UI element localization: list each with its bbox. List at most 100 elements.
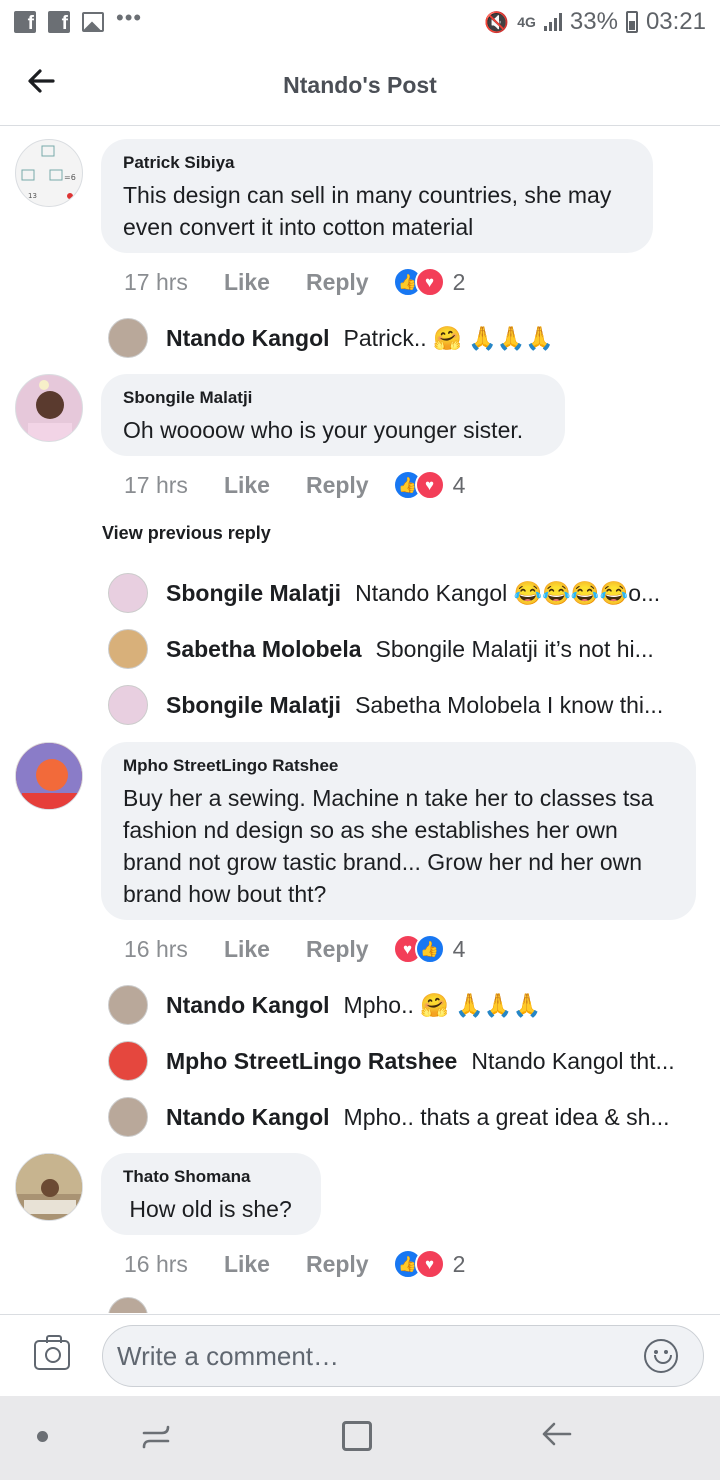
like-button[interactable]: Like [224, 936, 270, 963]
love-reaction-icon: ♥ [414, 470, 445, 500]
more-dots-icon: ••• [116, 5, 143, 30]
comment-actions: 16 hrs Like Reply 👍 ♥ 2 [124, 1249, 465, 1279]
reaction-count: 4 [452, 935, 466, 962]
mute-icon: 🔇 [484, 11, 510, 34]
comment-actions: 17 hrs Like Reply 👍 ♥ 4 [124, 470, 465, 500]
reactions-summary[interactable]: 👍 ♥ 2 [392, 1249, 466, 1279]
reply-author[interactable]: Sbongile Malatji [166, 580, 341, 607]
reply-text: Patrick.. 🤗 🙏🙏🙏 [343, 324, 554, 351]
app-root: f f ••• 🔇 4G 33% 03:21 Ntando's Post =6 … [0, 0, 720, 1480]
status-notifications: f f ••• [14, 5, 142, 33]
nav-dot-icon[interactable] [37, 1431, 48, 1442]
like-button[interactable]: Like [224, 269, 270, 296]
facebook-icon: f [14, 11, 36, 33]
comment-author[interactable]: Sbongile Malatji [123, 388, 543, 408]
comment-author[interactable]: Thato Shomana [123, 1167, 299, 1187]
reactions-summary[interactable]: ♥ 👍 4 [392, 934, 466, 964]
comment-text: How old is she? [123, 1196, 292, 1222]
avatar[interactable] [108, 318, 148, 358]
comment-author[interactable]: Patrick Sibiya [123, 153, 631, 173]
avatar[interactable] [15, 1153, 83, 1221]
post-header: Ntando's Post [0, 44, 720, 126]
battery-icon [625, 11, 638, 33]
comment-text: brand how bout tht? [123, 881, 327, 907]
comment-text: fashion nd design so as she establishes … [123, 817, 618, 843]
avatar[interactable]: =6 13 [15, 139, 83, 207]
comment-bubble[interactable]: Sbongile Malatji Oh woooow who is your y… [101, 374, 565, 456]
reply-text: Mpho.. thats a great idea & sh... [343, 1103, 670, 1130]
comment-bubble[interactable]: Thato Shomana How old is she? [101, 1153, 321, 1235]
like-button[interactable]: Like [224, 472, 270, 499]
comment-text: brand not grow tastic brand... Grow her … [123, 849, 643, 875]
emoji-icon[interactable] [644, 1339, 678, 1373]
status-system: 🔇 4G 33% 03:21 [484, 8, 706, 36]
reply-item-partial[interactable] [108, 1295, 708, 1313]
svg-text:13: 13 [28, 192, 37, 200]
reply-author[interactable]: Ntando Kangol [166, 325, 330, 352]
battery-percent: 33% [569, 8, 618, 35]
avatar[interactable] [108, 573, 148, 613]
svg-text:=6: =6 [64, 173, 76, 182]
comment-actions: 16 hrs Like Reply ♥ 👍 4 [124, 934, 465, 964]
clock: 03:21 [645, 8, 706, 35]
comment-composer: Write a comment… [0, 1314, 720, 1396]
reply-button[interactable]: Reply [306, 936, 369, 963]
reply-item[interactable]: Mpho StreetLingo Ratshee Ntando Kangol t… [108, 1039, 708, 1083]
avatar[interactable] [108, 985, 148, 1025]
reaction-count: 2 [452, 268, 466, 295]
comment-time: 16 hrs [124, 935, 188, 962]
reply-author[interactable]: Ntando Kangol [166, 1104, 330, 1131]
reactions-summary[interactable]: 👍 ♥ 4 [392, 470, 466, 500]
avatar[interactable] [108, 1097, 148, 1137]
recent-apps-icon[interactable] [142, 1423, 170, 1451]
comment-text: This design can sell in many countries, … [123, 182, 612, 208]
avatar[interactable] [15, 742, 83, 810]
back-icon[interactable] [540, 1418, 572, 1456]
comment-input[interactable]: Write a comment… [102, 1325, 704, 1387]
reply-text: Ntando Kangol 😂😂😂😂o... [355, 579, 661, 606]
reply-author[interactable]: Ntando Kangol [166, 992, 330, 1019]
reply-item[interactable]: Sabetha Molobela Sbongile Malatji it’s n… [108, 627, 708, 671]
reply-button[interactable]: Reply [306, 269, 369, 296]
reply-text: Sabetha Molobela I know thi... [355, 691, 664, 718]
page-title: Ntando's Post [283, 72, 437, 98]
like-button[interactable]: Like [224, 1251, 270, 1278]
reply-item[interactable]: Ntando Kangol Mpho.. thats a great idea … [108, 1095, 708, 1139]
comment-actions: 17 hrs Like Reply 👍 ♥ 2 [124, 267, 465, 297]
comment-text: even convert it into cotton material [123, 214, 474, 240]
home-icon[interactable] [342, 1421, 372, 1451]
reply-button[interactable]: Reply [306, 1251, 369, 1278]
view-previous-reply-link[interactable]: View previous reply [102, 523, 271, 544]
reply-item[interactable]: Sbongile Malatji Ntando Kangol 😂😂😂😂o... [108, 571, 708, 615]
avatar[interactable] [108, 629, 148, 669]
comment-bubble[interactable]: Patrick Sibiya This design can sell in m… [101, 139, 653, 253]
reply-author[interactable]: Sbongile Malatji [166, 692, 341, 719]
signal-icon [543, 13, 562, 31]
reply-author[interactable]: Mpho StreetLingo Ratshee [166, 1048, 457, 1075]
facebook-icon: f [48, 11, 70, 33]
system-nav-bar [0, 1396, 720, 1480]
avatar[interactable] [108, 1297, 148, 1313]
reactions-summary[interactable]: 👍 ♥ 2 [392, 267, 466, 297]
camera-icon[interactable] [34, 1335, 70, 1370]
reaction-count: 4 [452, 471, 466, 498]
reply-button[interactable]: Reply [306, 472, 369, 499]
avatar[interactable] [15, 374, 83, 442]
comment-author[interactable]: Mpho StreetLingo Ratshee [123, 756, 674, 776]
image-icon [82, 12, 104, 32]
avatar[interactable] [108, 1041, 148, 1081]
comment-time: 17 hrs [124, 471, 188, 498]
love-reaction-icon: ♥ [414, 267, 445, 297]
reply-item[interactable]: Ntando Kangol Patrick.. 🤗 🙏🙏🙏 [108, 316, 708, 360]
comment-time: 16 hrs [124, 1250, 188, 1277]
avatar[interactable] [108, 685, 148, 725]
comment-text: Buy her a sewing. Machine n take her to … [123, 785, 654, 811]
comment-text: Oh woooow who is your younger sister. [123, 417, 524, 443]
reply-text: Sbongile Malatji it’s not hi... [375, 635, 654, 662]
reply-item[interactable]: Sbongile Malatji Sabetha Molobela I know… [108, 683, 708, 727]
reaction-count: 2 [452, 1250, 466, 1277]
reply-text: Mpho.. 🤗 🙏🙏🙏 [343, 991, 542, 1018]
comment-bubble[interactable]: Mpho StreetLingo Ratshee Buy her a sewin… [101, 742, 696, 920]
reply-item[interactable]: Ntando Kangol Mpho.. 🤗 🙏🙏🙏 [108, 983, 708, 1027]
reply-author[interactable]: Sabetha Molobela [166, 636, 362, 663]
